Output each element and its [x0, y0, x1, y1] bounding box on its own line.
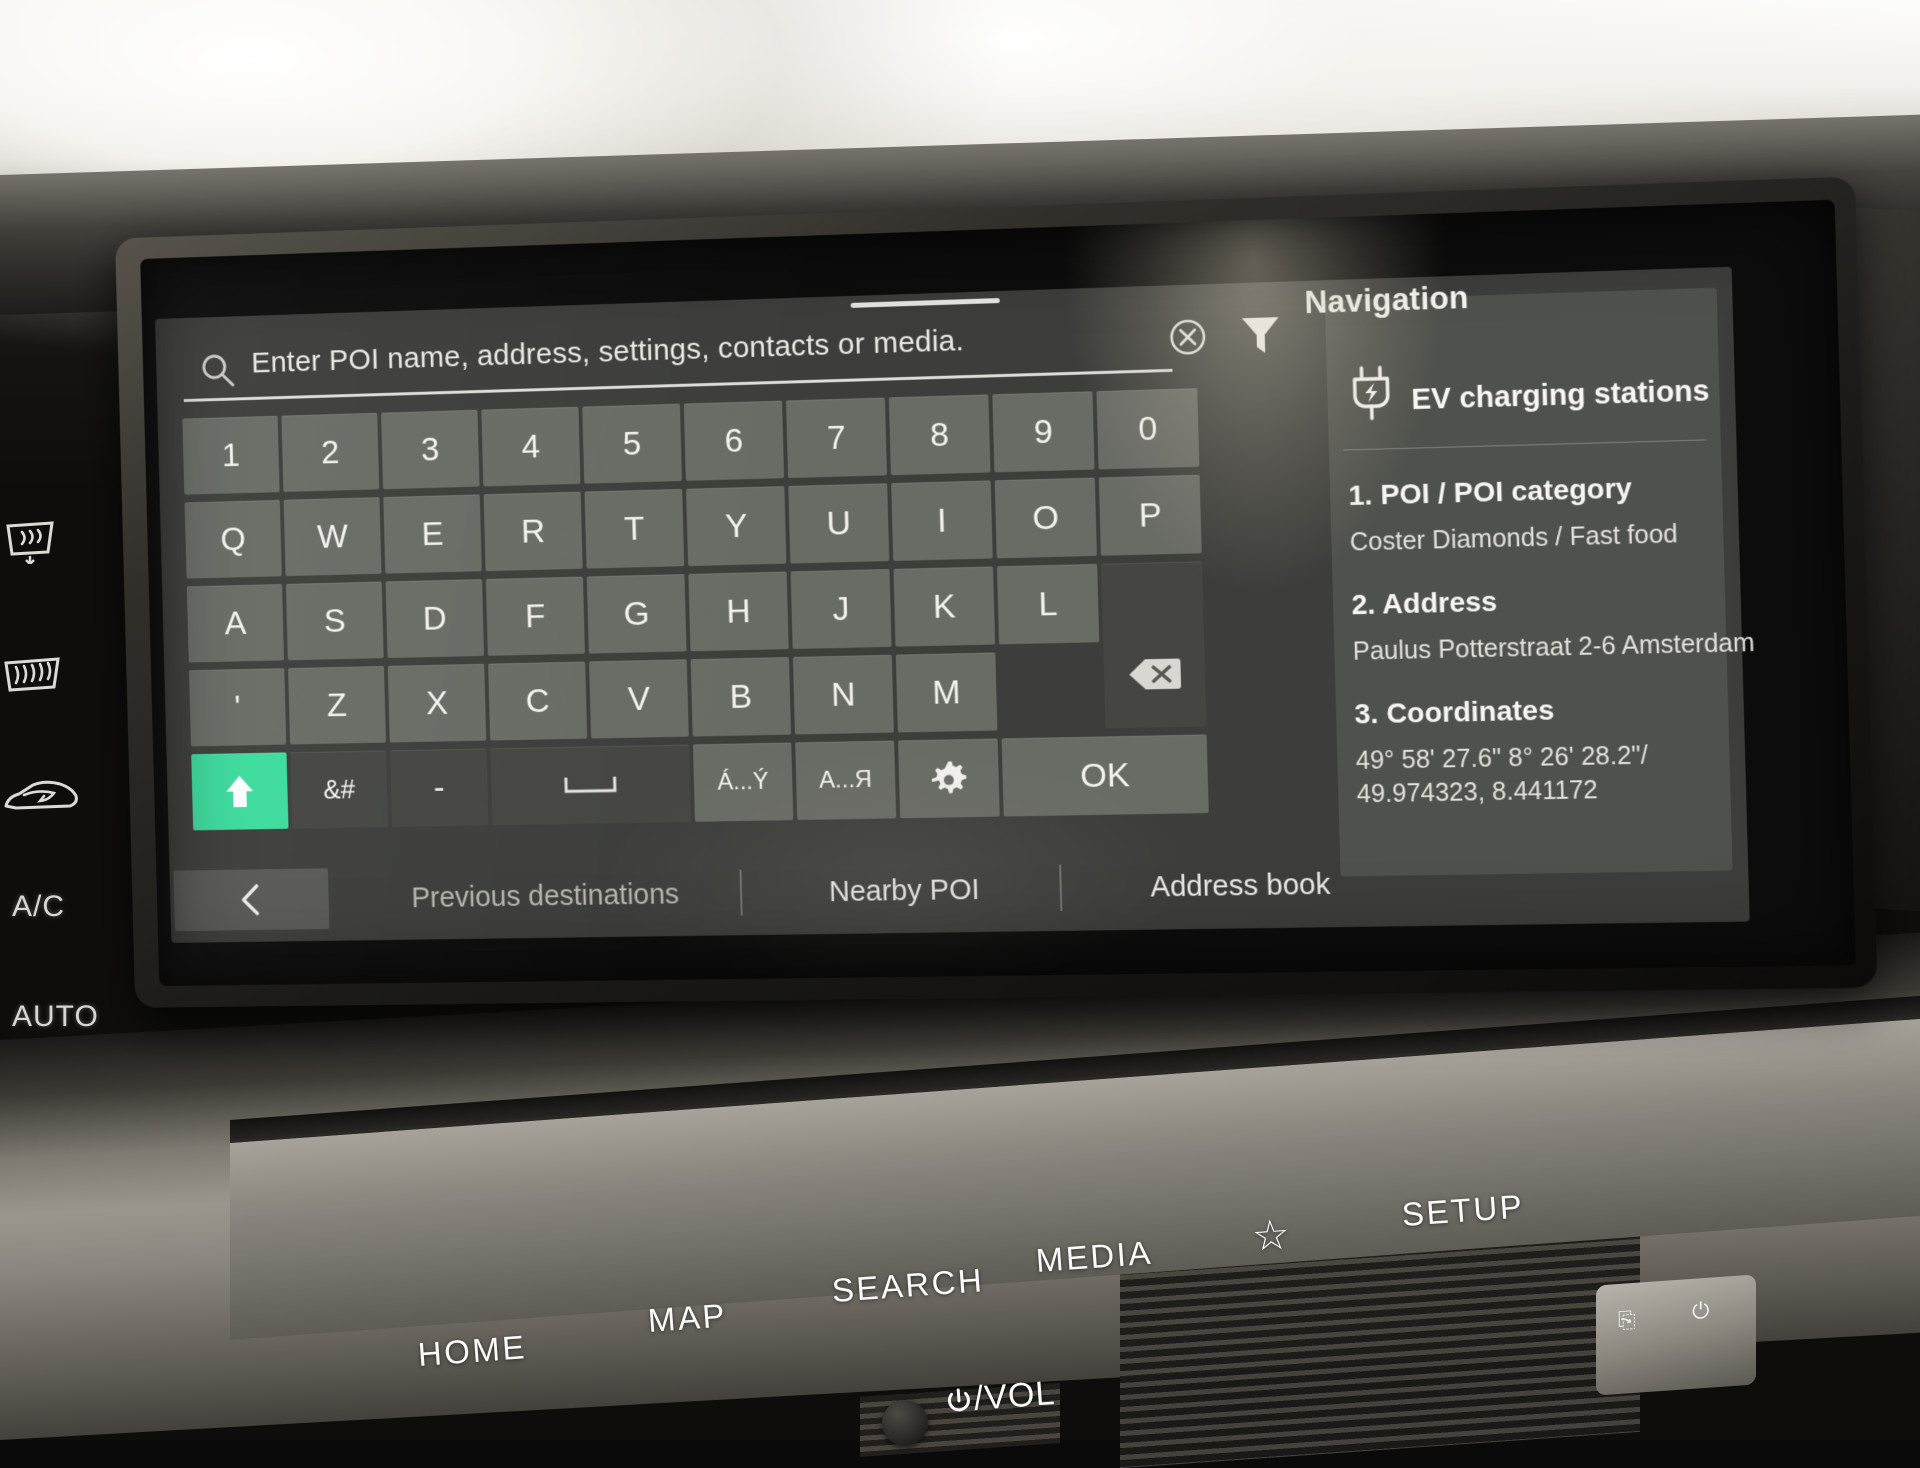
nav-section-coordinates-heading: 3. Coordinates: [1354, 691, 1726, 731]
search-input[interactable]: Enter POI name, address, settings, conta…: [251, 324, 964, 380]
volume-power-label[interactable]: /VOL: [943, 1374, 1057, 1421]
nav-section-poi[interactable]: 1. POI / POI category Coster Diamonds / …: [1348, 470, 1722, 560]
key-n[interactable]: N: [793, 655, 894, 735]
key-5[interactable]: 5: [582, 404, 682, 484]
key-v[interactable]: V: [589, 659, 689, 738]
key-apostrophe[interactable]: ': [189, 668, 286, 746]
nav-section-coordinates[interactable]: 3. Coordinates 49° 58' 27.6" 8° 26' 28.2…: [1354, 691, 1729, 812]
nav-section-coordinates-line2: 49.974323, 8.441172: [1356, 771, 1728, 811]
front-defrost-icon: [2, 518, 58, 564]
key-9[interactable]: 9: [992, 391, 1094, 472]
key-w[interactable]: W: [284, 497, 382, 576]
key-keyboard-settings[interactable]: [898, 739, 1000, 819]
auto-climate-button[interactable]: AUTO: [12, 1000, 99, 1034]
key-c[interactable]: C: [488, 662, 587, 741]
key-d[interactable]: D: [386, 579, 484, 658]
key-2[interactable]: 2: [281, 413, 379, 492]
rear-defrost-button[interactable]: [2, 655, 62, 707]
key-4[interactable]: 4: [481, 407, 580, 487]
key-u[interactable]: U: [788, 483, 889, 563]
nav-section-poi-heading: 1. POI / POI category: [1348, 470, 1720, 512]
key-a[interactable]: A: [187, 584, 284, 662]
key-f[interactable]: F: [486, 577, 585, 656]
search-bar[interactable]: Enter POI name, address, settings, conta…: [182, 305, 1172, 402]
clear-circle-x-icon[interactable]: [1165, 314, 1211, 365]
ev-charging-stations-item[interactable]: EV charging stations: [1347, 352, 1705, 442]
key-ok[interactable]: OK: [1002, 734, 1209, 816]
key-z[interactable]: Z: [288, 666, 386, 744]
key-g[interactable]: G: [587, 574, 687, 653]
key-i[interactable]: I: [891, 480, 993, 560]
nav-section-address[interactable]: 2. Address Paulus Potterstraat 2-6 Amste…: [1351, 580, 1725, 669]
hw-button-map[interactable]: MAP: [647, 1296, 729, 1340]
key-shift[interactable]: [191, 752, 288, 830]
vol-label: /VOL: [973, 1374, 1057, 1418]
ac-button[interactable]: A/C: [12, 890, 65, 924]
tab-nearby-poi[interactable]: Nearby POI: [755, 847, 1055, 935]
nav-panel-divider: [1343, 439, 1706, 450]
key-r[interactable]: R: [484, 492, 583, 571]
key-h[interactable]: H: [688, 572, 788, 652]
gear-icon: [929, 759, 968, 798]
nav-section-poi-value: Coster Diamonds / Fast food: [1349, 517, 1721, 560]
key-cyrillic[interactable]: А...Я: [795, 741, 896, 820]
ev-plug-icon: [1349, 365, 1397, 421]
infotainment-screen[interactable]: Enter POI name, address, settings, conta…: [140, 200, 1856, 986]
key-space[interactable]: [490, 745, 691, 826]
chevron-left-icon: [238, 883, 264, 917]
key-7[interactable]: 7: [786, 398, 887, 478]
filter-funnel-icon[interactable]: [1237, 310, 1285, 365]
search-icon: [200, 352, 237, 395]
key-o[interactable]: O: [995, 478, 1097, 559]
usb-port-module[interactable]: ⎘ ⏻: [1596, 1274, 1756, 1395]
shift-up-arrow-icon: [223, 772, 256, 812]
rear-defrost-icon: [2, 655, 62, 699]
onscreen-keyboard: 1 2 3 4 5 6 7 8 9 0 Q W E R T: [182, 388, 1228, 848]
volume-knob[interactable]: [882, 1400, 928, 1446]
usb-icon: ⎘: [1618, 1307, 1636, 1334]
front-defrost-button[interactable]: [2, 518, 58, 572]
nav-section-address-value: Paulus Potterstraat 2-6 Amsterdam: [1352, 627, 1724, 669]
key-8[interactable]: 8: [889, 394, 991, 475]
key-m[interactable]: M: [896, 653, 998, 733]
key-l[interactable]: L: [997, 564, 1099, 645]
recirculation-car-icon: [2, 775, 80, 817]
key-x[interactable]: X: [388, 664, 486, 743]
key-t[interactable]: T: [585, 489, 685, 569]
key-hyphen[interactable]: -: [390, 748, 489, 826]
key-b[interactable]: B: [691, 657, 791, 736]
space-bar-icon: [563, 774, 618, 797]
power-socket-icon: ⏻: [1692, 1298, 1709, 1325]
hw-button-home[interactable]: HOME: [417, 1328, 528, 1374]
nav-section-address-heading: 2. Address: [1351, 580, 1723, 621]
hw-button-favorites[interactable]: ☆: [1250, 1209, 1294, 1261]
ev-charging-stations-label: EV charging stations: [1411, 374, 1710, 416]
keyboard-row-function: &# - Á...Ý А...Я OK: [191, 734, 1228, 834]
key-6[interactable]: 6: [684, 401, 784, 481]
key-e[interactable]: E: [383, 494, 481, 573]
navigation-info-panel: Navigation EV charging stations 1. POI /…: [1325, 288, 1733, 877]
panel-drag-handle[interactable]: [850, 298, 999, 308]
tab-previous-destinations[interactable]: Previous destinations: [360, 852, 731, 940]
air-recirculation-button[interactable]: [2, 775, 80, 825]
back-button[interactable]: [173, 868, 329, 931]
key-1[interactable]: 1: [182, 416, 279, 495]
key-s[interactable]: S: [286, 582, 384, 661]
key-j[interactable]: J: [791, 569, 892, 649]
key-y[interactable]: Y: [686, 486, 786, 566]
power-icon: [943, 1385, 975, 1417]
key-latin-accents[interactable]: Á...Ý: [693, 743, 793, 822]
navigation-panel-title: Navigation: [1304, 280, 1469, 322]
infotainment-screen-bezel: Enter POI name, address, settings, conta…: [115, 176, 1877, 1007]
key-k[interactable]: K: [893, 566, 995, 646]
search-app-panel: Enter POI name, address, settings, conta…: [155, 267, 1750, 943]
key-q[interactable]: Q: [185, 500, 282, 579]
key-3[interactable]: 3: [381, 410, 479, 489]
key-p[interactable]: P: [1099, 475, 1202, 556]
key-symbols[interactable]: &#: [290, 750, 388, 828]
key-0[interactable]: 0: [1096, 388, 1199, 469]
